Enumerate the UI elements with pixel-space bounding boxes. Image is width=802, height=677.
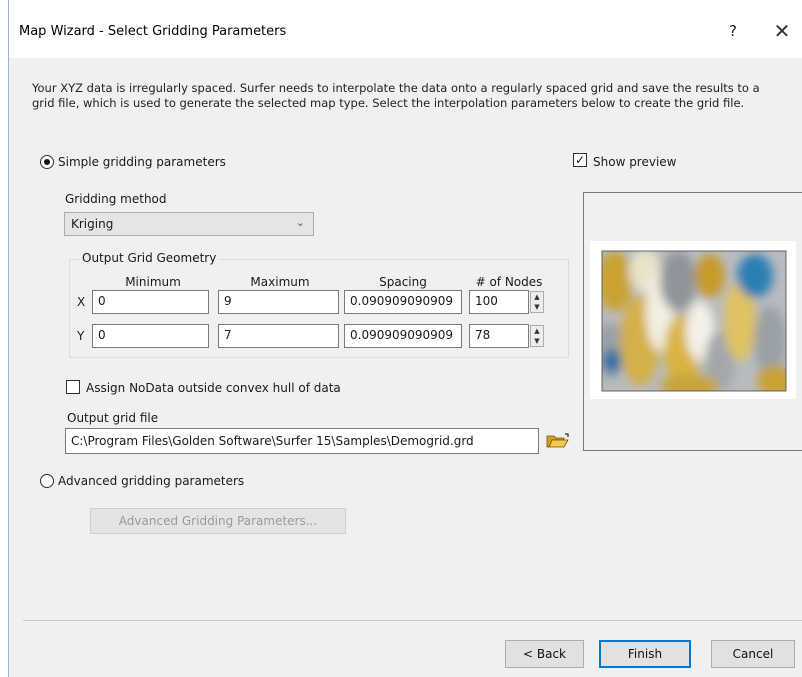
spin-down-icon[interactable]: ▼ [531, 336, 543, 346]
x-nodes-spinner[interactable]: ▲ ▼ [530, 291, 544, 313]
simple-gridding-label: Simple gridding parameters [58, 155, 226, 169]
open-folder-icon [546, 433, 569, 448]
open-folder-button[interactable] [546, 433, 570, 449]
intro-text: Your XYZ data is irregularly spaced. Sur… [32, 81, 760, 110]
output-grid-geometry-title: Output Grid Geometry [79, 251, 220, 265]
close-button[interactable]: ✕ [767, 16, 797, 46]
back-button[interactable]: < Back [505, 640, 584, 668]
y-maximum-input[interactable]: 7 [218, 324, 339, 348]
map-wizard-dialog: Map Wizard - Select Gridding Parameters … [8, 0, 802, 677]
maximum-header: Maximum [250, 275, 310, 289]
preview-panel [583, 192, 802, 451]
help-button[interactable]: ? [721, 18, 745, 44]
advanced-gridding-label: Advanced gridding parameters [58, 474, 245, 488]
y-nodes-spinner[interactable]: ▲ ▼ [530, 325, 544, 347]
minimum-header: Minimum [125, 275, 181, 289]
spin-down-icon[interactable]: ▼ [531, 302, 543, 312]
gridding-method-value: Kriging [71, 217, 114, 231]
title-bar: Map Wizard - Select Gridding Parameters … [9, 0, 802, 58]
advanced-gridding-radio[interactable] [40, 474, 54, 488]
footer-separator [23, 620, 802, 621]
assign-nodata-checkbox[interactable] [66, 380, 80, 394]
x-nodes-input[interactable]: 100 [469, 290, 529, 314]
chevron-down-icon: ⌄ [295, 216, 305, 229]
output-grid-file-input[interactable]: C:\Program Files\Golden Software\Surfer … [65, 428, 539, 454]
spin-up-icon[interactable]: ▲ [531, 292, 543, 302]
gridding-method-label: Gridding method [65, 192, 167, 206]
x-row-label: X [77, 295, 86, 309]
show-preview-checkbox[interactable]: ✓ [573, 153, 587, 167]
output-grid-file-label: Output grid file [67, 411, 159, 425]
y-row-label: Y [77, 329, 85, 343]
close-icon: ✕ [773, 19, 791, 43]
x-spacing-input[interactable]: 0.090909090909 [344, 290, 462, 314]
spin-up-icon[interactable]: ▲ [531, 326, 543, 336]
assign-nodata-label: Assign NoData outside convex hull of dat… [86, 381, 341, 395]
preview-plot-area [590, 241, 796, 399]
y-nodes-input[interactable]: 78 [469, 324, 529, 348]
spacing-header: Spacing [379, 275, 427, 289]
dialog-title: Map Wizard - Select Gridding Parameters [19, 24, 287, 39]
gridding-method-select[interactable]: Kriging ⌄ [64, 212, 314, 236]
y-minimum-input[interactable]: 0 [92, 324, 209, 348]
finish-button[interactable]: Finish [599, 640, 691, 668]
advanced-gridding-parameters-button[interactable]: Advanced Gridding Parameters... [90, 508, 346, 534]
x-minimum-input[interactable]: 0 [92, 290, 209, 314]
show-preview-label: Show preview [593, 155, 677, 169]
cancel-button[interactable]: Cancel [711, 640, 795, 668]
simple-gridding-radio[interactable] [40, 155, 54, 169]
nodes-header: # of Nodes [475, 275, 543, 289]
x-maximum-input[interactable]: 9 [218, 290, 339, 314]
grid-preview-image [601, 250, 787, 392]
y-spacing-input[interactable]: 0.090909090909 [344, 324, 462, 348]
